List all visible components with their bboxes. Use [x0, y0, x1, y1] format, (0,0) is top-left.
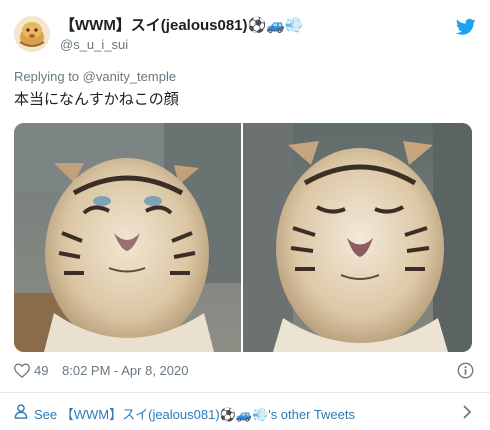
twitter-bird-icon[interactable] — [456, 18, 476, 36]
replying-to: Replying to @vanity_temple — [14, 69, 176, 84]
heart-icon[interactable] — [14, 363, 30, 378]
other-tweets-link[interactable]: See 【WWM】スイ(jealous081)⚽🚙💨's other Tweet… — [14, 402, 476, 422]
other-tweets-text[interactable]: See 【WWM】スイ(jealous081)⚽🚙💨's other Tweet… — [34, 404, 355, 423]
tweet-card: 【WWM】スイ(jealous081)⚽🚙💨 @s_u_i_sui Replyi… — [0, 0, 490, 430]
tweet-header: 【WWM】スイ(jealous081)⚽🚙💨 @s_u_i_sui — [14, 14, 476, 60]
replying-prefix: Replying to — [14, 69, 80, 84]
divider — [0, 392, 490, 393]
like-count: 49 — [34, 363, 49, 378]
timestamp[interactable]: 8:02 PM - Apr 8, 2020 — [62, 363, 188, 378]
tweet-meta: 49 8:02 PM - Apr 8, 2020 — [14, 362, 476, 380]
tiger-photo-right[interactable] — [243, 123, 472, 352]
info-icon[interactable] — [457, 362, 474, 379]
author-names: 【WWM】スイ(jealous081)⚽🚙💨 @s_u_i_sui — [60, 16, 304, 54]
tiger-photo-left[interactable] — [14, 123, 241, 352]
chevron-right-icon[interactable] — [462, 404, 472, 420]
tweet-text: 本当になんすかねこの顔 — [14, 91, 179, 108]
handle[interactable]: @s_u_i_sui — [60, 36, 304, 54]
display-name[interactable]: 【WWM】スイ(jealous081)⚽🚙💨 — [60, 16, 304, 36]
avatar[interactable] — [14, 16, 50, 52]
tweet-media[interactable] — [14, 123, 472, 352]
replying-to-link[interactable]: @vanity_temple — [83, 69, 176, 84]
person-icon — [14, 404, 28, 419]
